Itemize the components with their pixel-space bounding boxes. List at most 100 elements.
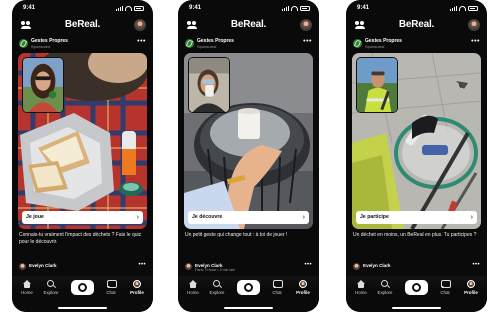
more-icon[interactable]: ••• bbox=[304, 262, 312, 268]
profile-icon bbox=[299, 280, 307, 288]
post-photo[interactable]: Je joue › bbox=[18, 53, 147, 229]
camera-button[interactable] bbox=[71, 280, 94, 295]
chevron-right-icon: › bbox=[470, 214, 473, 221]
nav-profile[interactable]: Profile bbox=[460, 280, 482, 295]
nav-profile[interactable]: Profile bbox=[292, 280, 314, 295]
comment-row[interactable]: Evelyn Clark ••• bbox=[19, 262, 146, 273]
selfie-inset[interactable] bbox=[188, 57, 230, 113]
search-icon bbox=[381, 280, 389, 288]
camera-icon bbox=[412, 283, 421, 292]
post-photo[interactable]: Je découvre › bbox=[184, 53, 313, 229]
profile-avatar[interactable] bbox=[300, 19, 312, 31]
commenter-location: Paris, France • 3 min late bbox=[195, 268, 236, 272]
chat-icon bbox=[441, 280, 451, 288]
chevron-right-icon: › bbox=[136, 214, 139, 221]
status-icons bbox=[450, 6, 478, 11]
home-icon bbox=[23, 280, 31, 288]
camera-button[interactable] bbox=[405, 280, 428, 295]
cta-label: Je participe bbox=[360, 214, 389, 220]
nav-explore[interactable]: Explore bbox=[374, 280, 396, 295]
chevron-right-icon: › bbox=[302, 214, 305, 221]
comment-row[interactable]: Evelyn Clark Paris, France • 3 min late … bbox=[185, 262, 312, 273]
app-logo: BeReal. bbox=[64, 19, 101, 30]
cta-label: Je découvre bbox=[192, 214, 223, 220]
bottom-nav: Home Explore Chat Profile bbox=[346, 276, 487, 312]
status-bar: 9:41 bbox=[346, 5, 487, 15]
profile-icon bbox=[467, 280, 475, 288]
battery-icon bbox=[468, 6, 478, 11]
status-icons bbox=[116, 6, 144, 11]
wifi-icon bbox=[291, 6, 298, 11]
battery-icon bbox=[134, 6, 144, 11]
camera-button[interactable] bbox=[237, 280, 260, 295]
cta-button[interactable]: Je joue › bbox=[22, 211, 143, 224]
wifi-icon bbox=[125, 6, 132, 11]
nav-chat[interactable]: Chat bbox=[100, 280, 122, 295]
profile-avatar[interactable] bbox=[134, 19, 146, 31]
signal-icon bbox=[282, 6, 289, 11]
status-bar: 9:41 bbox=[12, 5, 153, 15]
commenter-name: Evelyn Clark bbox=[363, 263, 391, 268]
nav-home[interactable]: Home bbox=[350, 280, 372, 295]
bottom-nav: Home Explore Chat Profile bbox=[12, 276, 153, 312]
chat-icon bbox=[273, 280, 283, 288]
app-logo: BeReal. bbox=[230, 19, 267, 30]
more-icon[interactable]: ••• bbox=[471, 38, 480, 45]
selfie-inset[interactable] bbox=[22, 57, 64, 113]
selfie-inset[interactable] bbox=[356, 57, 398, 113]
more-icon[interactable]: ••• bbox=[138, 262, 146, 268]
app-logo: BeReal. bbox=[398, 19, 435, 30]
sponsor-avatar[interactable] bbox=[353, 39, 362, 48]
nav-chat[interactable]: Chat bbox=[434, 280, 456, 295]
battery-icon bbox=[300, 6, 310, 11]
nav-explore[interactable]: Explore bbox=[206, 280, 228, 295]
status-bar: 9:41 bbox=[178, 5, 319, 15]
app-header: BeReal. bbox=[178, 16, 319, 36]
more-icon[interactable]: ••• bbox=[472, 262, 480, 268]
camera-icon bbox=[78, 283, 87, 292]
post-header: Gestes Propres Sponsored ••• bbox=[19, 38, 146, 50]
post-caption: Un déchet en moins, un BeReal en plus. T… bbox=[353, 232, 477, 238]
sponsored-label: Sponsored bbox=[365, 44, 385, 49]
nav-explore[interactable]: Explore bbox=[40, 280, 62, 295]
profile-avatar[interactable] bbox=[468, 19, 480, 31]
post-header: Gestes Propres Sponsored ••• bbox=[185, 38, 312, 50]
status-time: 9:41 bbox=[357, 5, 370, 11]
bottom-nav: Home Explore Chat Profile bbox=[178, 276, 319, 312]
status-time: 9:41 bbox=[23, 5, 36, 11]
chat-icon bbox=[107, 280, 117, 288]
signal-icon bbox=[116, 6, 123, 11]
home-icon bbox=[357, 280, 365, 288]
search-icon bbox=[47, 280, 55, 288]
nav-home[interactable]: Home bbox=[16, 280, 38, 295]
sponsored-label: Sponsored bbox=[31, 44, 51, 49]
signal-icon bbox=[450, 6, 457, 11]
nav-chat[interactable]: Chat bbox=[266, 280, 288, 295]
home-icon bbox=[189, 280, 197, 288]
phone-screen-discover: 9:41 BeReal. Gestes Propres Sponsored ••… bbox=[178, 0, 319, 312]
sponsored-label: Sponsored bbox=[197, 44, 217, 49]
home-indicator bbox=[224, 307, 273, 309]
more-icon[interactable]: ••• bbox=[303, 38, 312, 45]
cta-button[interactable]: Je participe › bbox=[356, 211, 477, 224]
nav-profile[interactable]: Profile bbox=[126, 280, 148, 295]
sponsor-avatar[interactable] bbox=[19, 39, 28, 48]
status-icons bbox=[282, 6, 310, 11]
app-header: BeReal. bbox=[12, 16, 153, 36]
search-icon bbox=[213, 280, 221, 288]
home-indicator bbox=[392, 307, 441, 309]
commenter-avatar bbox=[353, 263, 360, 270]
commenter-avatar bbox=[19, 263, 26, 270]
post-header: Gestes Propres Sponsored ••• bbox=[353, 38, 480, 50]
cta-button[interactable]: Je découvre › bbox=[188, 211, 309, 224]
nav-home[interactable]: Home bbox=[182, 280, 204, 295]
post-caption: Un petit geste qui change tout : à toi d… bbox=[185, 232, 288, 238]
post-caption: Connais-tu vraiment l'impact des déchets… bbox=[19, 232, 142, 245]
camera-icon bbox=[244, 283, 253, 292]
sponsor-avatar[interactable] bbox=[185, 39, 194, 48]
phone-screen-participate: 9:41 BeReal. Gestes Propres Sponsored ••… bbox=[346, 0, 487, 312]
phone-screen-quiz: 9:41 BeReal. Gestes Propres Sponsored ••… bbox=[12, 0, 153, 312]
post-photo[interactable]: Je participe › bbox=[352, 53, 481, 229]
comment-row[interactable]: Evelyn Clark ••• bbox=[353, 262, 480, 273]
more-icon[interactable]: ••• bbox=[137, 38, 146, 45]
